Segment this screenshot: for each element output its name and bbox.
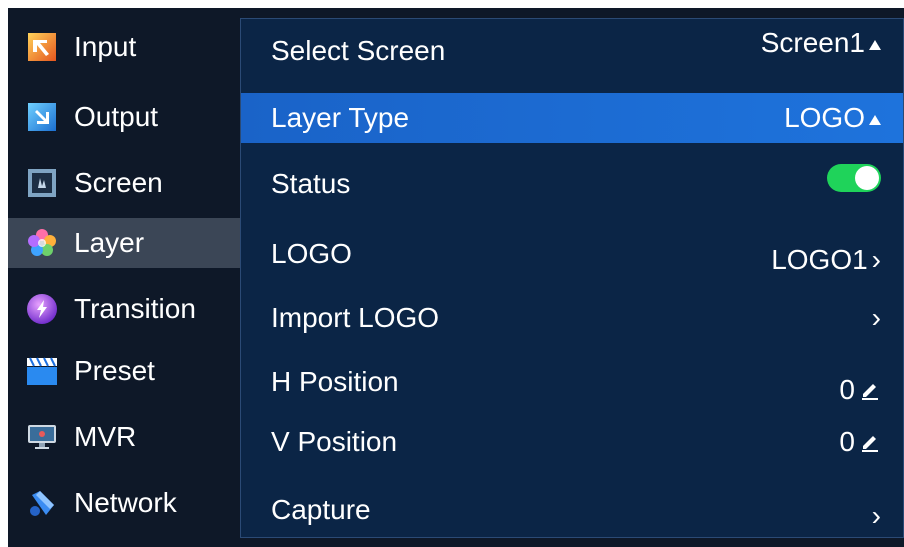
- v-position-label: V Position: [271, 426, 398, 457]
- input-icon: [26, 31, 58, 63]
- mvr-icon: [26, 421, 58, 453]
- layer-type-dropdown[interactable]: LOGO: [784, 102, 881, 134]
- sidebar-item-mvr[interactable]: MVR: [8, 412, 240, 462]
- status-toggle[interactable]: [827, 164, 881, 192]
- dropdown-arrow-icon: [869, 115, 881, 125]
- sidebar-item-label: Layer: [74, 227, 145, 258]
- sidebar-item-label: Output: [74, 101, 159, 132]
- import-logo-label: Import LOGO: [271, 302, 440, 333]
- select-screen-label: Select Screen: [271, 35, 446, 66]
- preset-icon: [26, 355, 58, 387]
- sidebar-item-preset[interactable]: Preset: [8, 346, 240, 396]
- v-position-value: 0: [839, 426, 855, 457]
- dropdown-arrow-icon: [869, 40, 881, 50]
- layer-type-value: LOGO: [784, 102, 865, 133]
- sidebar-item-label: Transition: [74, 293, 196, 324]
- edit-icon: [862, 384, 878, 400]
- output-icon: [26, 101, 58, 133]
- sidebar-item-transition[interactable]: Transition: [8, 284, 240, 334]
- select-screen-dropdown[interactable]: Screen1: [761, 27, 881, 59]
- h-position-label: H Position: [271, 366, 399, 397]
- chevron-right-icon[interactable]: ›: [872, 302, 881, 334]
- sidebar-item-label: Preset: [74, 355, 155, 386]
- h-position-row[interactable]: H Position 0: [241, 357, 903, 407]
- import-logo-row[interactable]: Import LOGO ›: [241, 293, 903, 343]
- screen-icon: [26, 167, 58, 199]
- h-position-field[interactable]: 0: [839, 374, 881, 406]
- sidebar-item-screen[interactable]: Screen: [8, 158, 240, 208]
- v-position-field[interactable]: 0: [839, 426, 881, 458]
- sidebar-item-label: Network: [74, 487, 177, 518]
- sidebar-item-input[interactable]: Input: [8, 22, 240, 72]
- select-screen-row[interactable]: Select Screen Screen1: [241, 23, 903, 79]
- sidebar-item-label: Input: [74, 31, 137, 62]
- logo-row[interactable]: LOGO LOGO1 ›: [241, 229, 903, 279]
- logo-selector[interactable]: LOGO1 ›: [771, 244, 881, 276]
- layer-icon: [26, 227, 58, 259]
- app-frame: Input Output Screen Layer Transition Pre…: [8, 8, 904, 547]
- edit-icon: [862, 436, 878, 452]
- logo-label: LOGO: [271, 238, 352, 269]
- layer-type-label: Layer Type: [271, 102, 410, 133]
- layer-settings-panel: Select Screen Screen1 Layer Type LOGO St…: [240, 18, 904, 538]
- chevron-right-icon[interactable]: ›: [872, 500, 881, 532]
- v-position-row[interactable]: V Position 0: [241, 417, 903, 467]
- sidebar-item-output[interactable]: Output: [8, 92, 240, 142]
- sidebar-item-label: MVR: [74, 421, 137, 452]
- sidebar-item-layer[interactable]: Layer: [8, 218, 240, 268]
- capture-row[interactable]: Capture ›: [241, 485, 903, 535]
- sidebar-item-network[interactable]: Network: [8, 478, 240, 528]
- layer-type-row[interactable]: Layer Type LOGO: [241, 93, 903, 143]
- status-label: Status: [271, 168, 351, 199]
- capture-label: Capture: [271, 494, 371, 525]
- sidebar: Input Output Screen Layer Transition Pre…: [8, 8, 240, 547]
- network-icon: [26, 487, 58, 519]
- status-row[interactable]: Status: [241, 159, 903, 209]
- logo-value: LOGO1: [771, 244, 868, 275]
- chevron-right-icon: ›: [871, 244, 881, 275]
- toggle-knob: [855, 166, 879, 190]
- select-screen-value: Screen1: [760, 27, 865, 58]
- sidebar-item-label: Screen: [74, 167, 163, 198]
- transition-icon: [26, 293, 58, 325]
- h-position-value: 0: [839, 374, 855, 405]
